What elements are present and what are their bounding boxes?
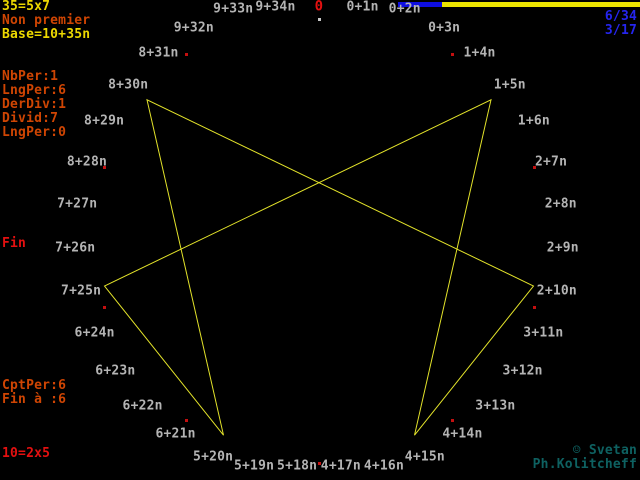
current-position-marker — [318, 18, 321, 21]
wheel-label: 3+11n — [523, 326, 563, 339]
digit-position-dot — [533, 166, 536, 169]
wheel-label: 4+15n — [405, 450, 445, 463]
wheel-label: 7+27n — [57, 198, 97, 211]
digit-position-dot — [103, 306, 106, 309]
wheel-label: 3+13n — [475, 399, 515, 412]
wheel-label: 8+31n — [138, 47, 178, 60]
digit-position-dot — [451, 53, 454, 56]
wheel-label: 0+3n — [428, 21, 460, 34]
wheel-label-zero: 0 — [315, 1, 324, 14]
wheel-label: 6+23n — [95, 365, 135, 378]
wheel-label: 0+1n — [347, 1, 379, 14]
wheel-label: 7+25n — [61, 285, 101, 298]
wheel-label: 8+30n — [108, 78, 148, 91]
wheel-label: 9+33n — [213, 2, 253, 15]
wheel-label: 4+14n — [442, 428, 482, 441]
wheel-label: 8+29n — [84, 115, 124, 128]
wheel-label: 6+21n — [156, 428, 196, 441]
wheel-label: 1+4n — [463, 47, 495, 60]
digit-position-dot — [533, 306, 536, 309]
digit-position-dot — [451, 419, 454, 422]
wheel-label: 8+28n — [67, 155, 107, 168]
wheel-label: 9+32n — [174, 21, 214, 34]
digit-position-dot — [185, 53, 188, 56]
wheel-label: 9+34n — [255, 1, 295, 14]
wheel-label: 7+26n — [55, 241, 95, 254]
wheel-label: 4+17n — [321, 460, 361, 473]
wheel-label: 3+12n — [503, 365, 543, 378]
wheel-label: 1+5n — [494, 78, 526, 91]
dos-screen: 35=5x7 Non premier Base=10+35n NbPer:1 L… — [0, 0, 640, 480]
wheel-label: 2+9n — [547, 241, 579, 254]
digit-position-dot — [185, 419, 188, 422]
wheel-label: 2+7n — [535, 155, 567, 168]
wheel-label: 4+16n — [364, 460, 404, 473]
wheel-label: 0+2n — [389, 2, 421, 15]
wheel-label: 6+24n — [75, 326, 115, 339]
digit-position-dot — [103, 166, 106, 169]
wheel-label: 5+20n — [193, 450, 233, 463]
wheel-label: 1+6n — [518, 115, 550, 128]
wheel-label: 5+19n — [234, 460, 274, 473]
wheel-label: 5+18n — [277, 460, 317, 473]
wheel-label: 2+10n — [537, 285, 577, 298]
star-polygon — [105, 100, 534, 435]
wheel-label: 6+22n — [123, 399, 163, 412]
star-lines — [0, 0, 640, 480]
wheel-label: 2+8n — [545, 198, 577, 211]
digit-position-dot — [318, 462, 321, 465]
